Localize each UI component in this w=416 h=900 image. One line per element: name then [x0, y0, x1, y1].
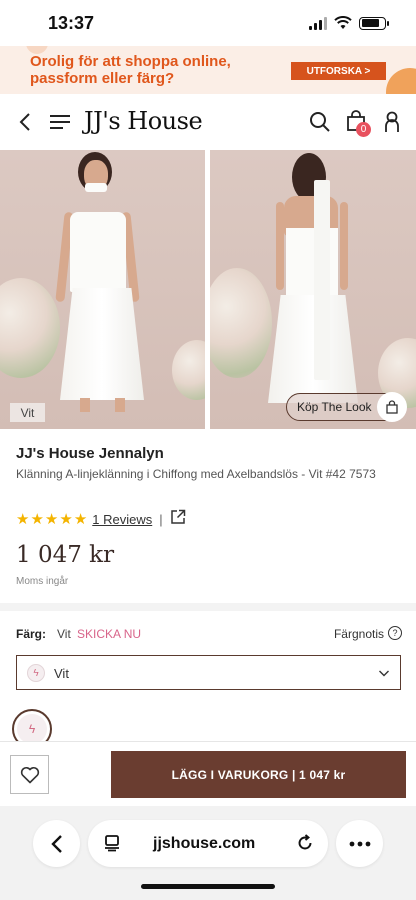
color-tag: Vit	[10, 403, 45, 422]
reader-icon[interactable]	[103, 834, 121, 857]
product-gallery[interactable]: Vit	[0, 150, 416, 429]
signal-icon	[309, 16, 327, 30]
url-bar[interactable]: jjshouse.com	[88, 820, 328, 867]
battery-icon	[359, 16, 389, 30]
wishlist-button[interactable]	[10, 755, 49, 794]
section-divider	[0, 603, 416, 611]
dress-skirt	[60, 288, 144, 400]
action-bar: LÄGG I VARUKORG | 1 047 kr	[0, 741, 416, 806]
explore-button[interactable]: UTFORSKA >	[291, 62, 386, 80]
battery-level	[361, 19, 380, 27]
shopping-bag-icon	[377, 392, 407, 422]
status-time: 13:37	[48, 12, 95, 33]
account-icon[interactable]	[382, 110, 402, 134]
lightning-icon: ϟ	[17, 714, 47, 744]
color-note-link[interactable]: Färgnotis	[334, 627, 384, 641]
shop-the-look-button[interactable]: Köp The Look	[286, 392, 407, 422]
chevron-down-icon	[378, 666, 390, 684]
dress-skirt	[268, 295, 358, 403]
search-icon[interactable]	[308, 110, 332, 134]
shop-the-look-label: Köp The Look	[297, 400, 372, 414]
reviews-link[interactable]: 1 Reviews	[92, 512, 152, 527]
site-header: JJ's House 0	[0, 94, 416, 150]
model-leg	[115, 398, 125, 412]
color-row: Färg: Vit SKICKA NU Färgnotis ?	[16, 626, 402, 643]
star-icon: ★	[44, 511, 59, 528]
browser-back-button[interactable]	[33, 820, 80, 867]
product-price: 1 047 kr	[16, 542, 115, 568]
reload-icon[interactable]	[296, 834, 314, 857]
star-icon: ★	[73, 511, 88, 528]
promo-banner[interactable]: Orolig för att shoppa online, passform e…	[0, 46, 416, 94]
separator: |	[159, 512, 163, 527]
home-indicator	[141, 884, 275, 889]
promo-text: Orolig för att shoppa online, passform e…	[30, 53, 231, 87]
status-icons	[309, 16, 389, 30]
model-scarf	[85, 183, 107, 192]
status-bar: 13:37	[0, 0, 416, 46]
wifi-icon	[334, 16, 352, 29]
model-arm	[276, 202, 284, 290]
browser-more-button[interactable]	[336, 820, 383, 867]
product-photo-front[interactable]	[0, 150, 205, 429]
site-logo[interactable]: JJ's House	[84, 107, 203, 135]
menu-icon[interactable]	[48, 112, 72, 132]
url-text: jjshouse.com	[153, 835, 256, 852]
star-icon: ★	[16, 511, 30, 528]
back-icon[interactable]	[14, 110, 36, 134]
vat-note: Moms ingår	[16, 576, 69, 587]
dress-bodice	[286, 228, 338, 300]
add-to-cart-button[interactable]: LÄGG I VARUKORG | 1 047 kr	[111, 751, 406, 798]
dress-bodice	[70, 212, 126, 292]
help-icon[interactable]: ?	[388, 626, 402, 640]
star-icon: ★	[30, 511, 44, 528]
promo-decoration-circle	[386, 68, 416, 94]
color-select[interactable]: ϟ Vit	[16, 655, 401, 690]
color-select-value: Vit	[54, 666, 69, 681]
rating-row: ★ ★ ★ ★ ★ 1 Reviews |	[16, 509, 186, 530]
lightning-icon: ϟ	[27, 664, 45, 682]
cart-count-badge: 0	[356, 122, 371, 137]
product-title: JJ's House Jennalyn	[16, 445, 164, 462]
color-label: Färg:	[16, 627, 46, 641]
star-rating: ★ ★ ★ ★ ★	[16, 512, 87, 527]
product-photo-back[interactable]	[210, 150, 416, 429]
more-icon	[349, 841, 370, 846]
dress-scarf-tail	[314, 180, 330, 380]
product-description: Klänning A-linjeklänning i Chiffong med …	[16, 467, 376, 481]
heart-icon	[20, 766, 39, 783]
star-icon: ★	[59, 511, 73, 528]
chevron-left-icon	[50, 834, 62, 853]
model-arm	[340, 202, 348, 290]
color-value: Vit	[57, 627, 71, 641]
model-leg	[80, 398, 90, 412]
ship-now-label: SKICKA NU	[77, 627, 142, 641]
share-icon[interactable]	[170, 509, 186, 530]
